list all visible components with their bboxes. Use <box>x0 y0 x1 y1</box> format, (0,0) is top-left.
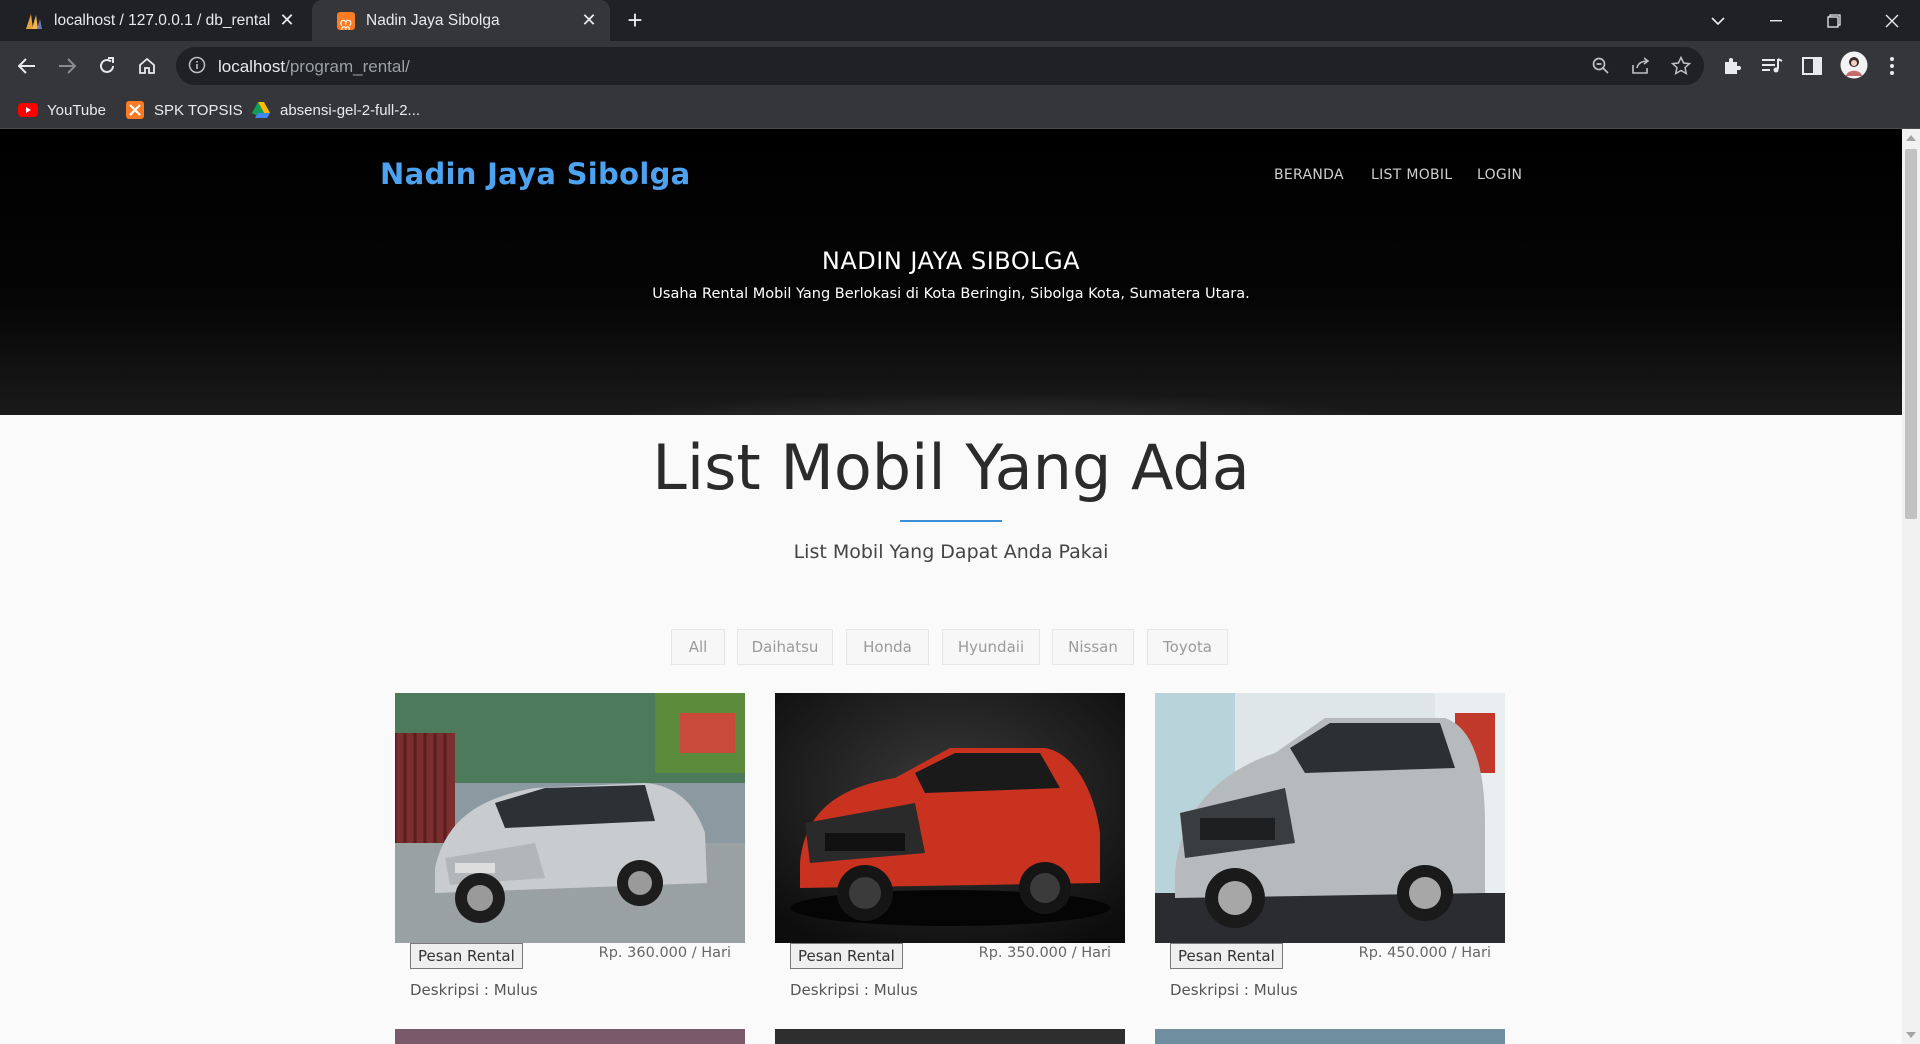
site-info-icon[interactable] <box>188 56 208 76</box>
filter-all[interactable]: All <box>671 629 725 665</box>
new-tab-plus-icon[interactable]: + <box>622 7 648 34</box>
page-scrollbar[interactable] <box>1902 129 1920 1044</box>
pesan-rental-button[interactable]: Pesan Rental <box>410 943 523 969</box>
svg-text:ဣ: ဣ <box>339 14 352 30</box>
window-close-icon[interactable] <box>1864 0 1920 41</box>
forward-arrow-icon[interactable] <box>51 50 83 82</box>
title-divider <box>900 520 1002 522</box>
bookmarks-bar: YouTube SPK TOPSIS absensi-gel-2-full-2.… <box>0 91 1920 129</box>
nav-list-mobil[interactable]: LIST MOBIL <box>1371 167 1452 183</box>
hero-title: NADIN JAYA SIBOLGA <box>821 247 1081 275</box>
xampp-icon: ဣ <box>336 11 356 31</box>
share-icon[interactable] <box>1630 55 1652 77</box>
zoom-icon[interactable] <box>1590 55 1612 77</box>
pesan-rental-button[interactable]: Pesan Rental <box>1170 943 1283 969</box>
xampp-icon <box>125 100 145 120</box>
filter-nissan[interactable]: Nissan <box>1052 629 1134 665</box>
tab-title: localhost / 127.0.0.1 / db_rental | <box>54 11 276 29</box>
side-panel-icon[interactable] <box>1800 54 1824 78</box>
tab-strip: localhost / 127.0.0.1 / db_rental | ✕ ဣ … <box>0 0 1920 41</box>
media-queue-icon[interactable] <box>1760 54 1784 78</box>
car-photo-partial[interactable] <box>1155 1029 1505 1044</box>
scroll-up-arrow-icon[interactable] <box>1906 135 1916 141</box>
tab-phpmyadmin[interactable]: localhost / 127.0.0.1 / db_rental | ✕ <box>0 0 308 41</box>
profile-avatar-icon[interactable] <box>1839 50 1869 80</box>
car-photo-partial[interactable] <box>395 1029 745 1044</box>
section-title: List Mobil Yang Ada <box>652 431 1250 504</box>
tab-search-chevron-icon[interactable] <box>1690 0 1746 41</box>
youtube-icon <box>18 100 38 120</box>
url-text: localhost/program_rental/ <box>218 57 410 76</box>
bookmark-youtube[interactable]: YouTube <box>18 100 106 120</box>
restore-icon[interactable] <box>1806 0 1862 41</box>
phpmyadmin-icon <box>24 11 44 31</box>
hero-banner: Nadin Jaya Sibolga BERANDA LIST MOBIL LO… <box>0 129 1902 415</box>
back-arrow-icon[interactable] <box>11 50 43 82</box>
car-photo-silver-mpv[interactable] <box>395 693 745 943</box>
section-subtitle: List Mobil Yang Dapat Anda Pakai <box>793 541 1109 563</box>
pesan-rental-button[interactable]: Pesan Rental <box>790 943 903 969</box>
car-price: Rp. 450.000 / Hari <box>1358 945 1491 961</box>
close-icon[interactable]: ✕ <box>276 10 298 32</box>
car-description: Deskripsi : Mulus <box>410 981 538 999</box>
car-description: Deskripsi : Mulus <box>790 981 918 999</box>
bookmark-spk-topsis[interactable]: SPK TOPSIS <box>125 100 243 120</box>
extensions-puzzle-icon[interactable] <box>1720 54 1744 78</box>
car-photo-partial[interactable] <box>775 1029 1125 1044</box>
nav-beranda[interactable]: BERANDA <box>1274 167 1344 183</box>
car-price: Rp. 350.000 / Hari <box>978 945 1111 961</box>
browser-toolbar: localhost/program_rental/ <box>0 41 1920 91</box>
nav-login[interactable]: LOGIN <box>1477 167 1522 183</box>
reload-icon[interactable] <box>91 50 123 82</box>
close-icon[interactable]: ✕ <box>578 10 600 32</box>
car-price: Rp. 360.000 / Hari <box>598 945 731 961</box>
site-brand[interactable]: Nadin Jaya Sibolga <box>380 157 691 191</box>
car-photo-red-suv[interactable] <box>775 693 1125 943</box>
filter-honda[interactable]: Honda <box>846 629 929 665</box>
page-viewport: Nadin Jaya Sibolga BERANDA LIST MOBIL LO… <box>0 129 1902 1044</box>
car-description: Deskripsi : Mulus <box>1170 981 1298 999</box>
tab-title: Nadin Jaya Sibolga <box>366 11 500 29</box>
tab-nadin-jaya[interactable]: ဣ Nadin Jaya Sibolga ✕ <box>312 0 610 41</box>
scrollbar-thumb[interactable] <box>1905 149 1917 519</box>
filter-toyota[interactable]: Toyota <box>1147 629 1228 665</box>
home-icon[interactable] <box>131 50 163 82</box>
filter-hyundaii[interactable]: Hyundaii <box>942 629 1040 665</box>
scroll-down-arrow-icon[interactable] <box>1906 1032 1916 1038</box>
address-bar[interactable]: localhost/program_rental/ <box>176 47 1704 85</box>
car-photo-silver-brv[interactable] <box>1155 693 1505 943</box>
bookmark-absensi[interactable]: absensi-gel-2-full-2... <box>251 100 420 120</box>
minimize-icon[interactable] <box>1748 0 1804 41</box>
google-drive-icon <box>251 100 271 120</box>
hero-subtitle: Usaha Rental Mobil Yang Berlokasi di Kot… <box>652 286 1250 302</box>
filter-daihatsu[interactable]: Daihatsu <box>737 629 833 665</box>
more-menu-icon[interactable] <box>1880 54 1904 78</box>
bookmark-star-icon[interactable] <box>1670 55 1692 77</box>
